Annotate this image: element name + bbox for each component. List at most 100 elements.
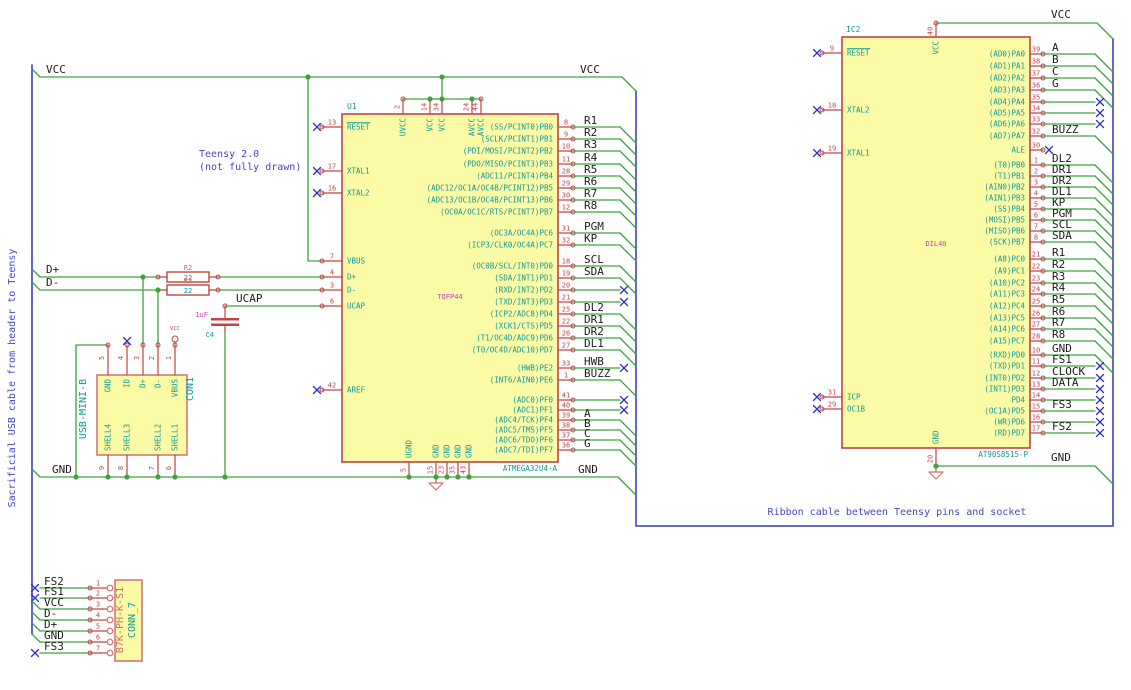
pin-number: 3 [330,282,334,290]
net-label: R3 [584,138,597,151]
pin-name: (OC0B/SCL/INT0)PD0 [472,262,554,271]
pin-number: 31 [562,225,570,233]
pin-name: (A9)PC1 [993,267,1025,276]
pin-number: 13 [1032,381,1040,389]
pin-number: 28 [1032,333,1040,341]
ic-value: ATMEGA32U4-A [503,464,558,473]
pin-name: (T1/OC4D/ADC9)PD6 [476,334,553,343]
ground-symbol-icon [428,482,444,491]
pin-number: 1 [96,580,100,588]
wire [31,622,41,632]
pin-number: 6 [96,634,100,642]
net-label: BUZZ [584,367,611,380]
pin-name: (ADC5/TMS)PF5 [494,426,553,435]
wire [31,68,637,92]
power-symbol-circle [171,335,179,343]
pin-name: (OC3A/OC4A)PC6 [490,229,554,238]
pin-number: 24 [1032,286,1040,294]
net-label: DL1 [584,337,604,350]
pin-name: (SCK)PB7 [989,238,1025,247]
pin-number: 27 [1032,321,1040,329]
net-label: VCC [46,63,66,76]
pin-name: SHELL3 [123,424,132,451]
pin-number: 23 [1032,275,1040,283]
note-teensy: (not fully drawn) [199,162,301,173]
pin-name: XTAL1 [847,149,870,158]
net-label: BUZZ [1052,123,1079,136]
pin-name: (T1)PB1 [993,172,1025,181]
net-label: KP [584,232,598,245]
pin-name: (AD4)PA4 [989,98,1026,107]
pin-name: (T0)PB0 [993,161,1025,170]
pin-number: 14 [421,103,429,111]
wire [619,439,637,457]
pin-name: (PDO/MISO/PCINT3)PB3 [463,160,553,169]
pin-number: 44 [472,103,480,111]
pin-number: 21 [1032,251,1040,259]
pin-number: 11 [562,156,570,164]
pin-name: (SS/PCINT0)PB0 [490,123,554,132]
pin-name: (ADC13/OC1B/OC4B/PCINT13)PB6 [427,196,554,205]
pin-number: 15 [1032,403,1040,411]
ic-value: AT90S8515-P [978,450,1028,459]
pin-name: (AIN1)PB3 [984,194,1025,203]
pin-number: 20 [562,282,570,290]
pin-number: 4 [330,269,334,277]
net-label: FS3 [44,640,64,653]
pin-number: 9 [830,45,834,53]
pin-name: (OC1A)PD5 [984,407,1025,416]
schematic-page: U1 ATMEGA32U4-A TQFP44 13 RESET 17 XTAL1 16 XTAL… [0,0,1131,690]
wire-junction-dot [155,287,161,293]
net-label: R8 [1052,328,1065,341]
pin-number: 6 [1034,212,1038,220]
wire [619,429,637,447]
wire [619,449,637,467]
header-pad-circle [106,627,114,635]
pin-number: 39 [562,412,570,420]
pin-name: GND [104,379,113,393]
pin-number: 2 [394,105,402,109]
pin-name: (T0/OC4D/ADC10)PD7 [472,346,553,355]
wire [1094,219,1114,239]
pin-number: 37 [1032,70,1040,78]
pin-number: 40 [927,27,935,35]
wire-junction-dot [466,474,472,480]
pin-name: GND [432,444,441,458]
pin-number: 2 [148,356,156,360]
pin-name: (AD7)PA7 [989,132,1025,141]
pin-number: 22 [1032,263,1040,271]
pin-name: (A12)PC4 [989,302,1026,311]
pin-name: (ADC0)PF0 [512,396,553,405]
wire-junction-dot [469,96,475,102]
pin-name: D+ [139,379,148,389]
pin-name: (ADC1)PF1 [512,406,553,415]
pin-number: 19 [562,270,570,278]
pin-number: 11 [1032,358,1040,366]
pin-name: (SDA/INT1)PD1 [494,274,553,283]
usb-connector-value: USB-MINI-B [78,379,89,439]
pin-name: ICP [847,393,861,402]
pin-number: 34 [433,103,441,111]
pin-name: ID [123,379,132,389]
pin-name: GND [465,444,474,458]
wire-junction-dot [172,474,178,480]
power-symbol-label: VCC [170,326,180,332]
pin-name: (AD2)PA2 [989,74,1025,83]
pin-number: 28 [562,168,570,176]
pin-number: 36 [1032,82,1040,90]
net-label: G [1052,77,1059,90]
pin-name: (A14)PC6 [989,325,1026,334]
pin-name: RESET [347,123,370,132]
pin-number: 13 [328,119,336,127]
header-pad-circle [106,594,114,602]
pin-name: (AD1)PA1 [989,62,1025,71]
pin-number: 7 [148,466,156,470]
wire-junction-dot [105,474,111,480]
pin-number: 18 [562,258,570,266]
capacitor-plate [211,318,239,321]
pin-number: 4 [117,356,125,360]
note-ribbon-cable: Ribbon cable between Teensy pins and soc… [768,507,1027,518]
wire [619,379,637,397]
pin-number: 30 [562,192,570,200]
pin-number: 10 [562,143,570,151]
